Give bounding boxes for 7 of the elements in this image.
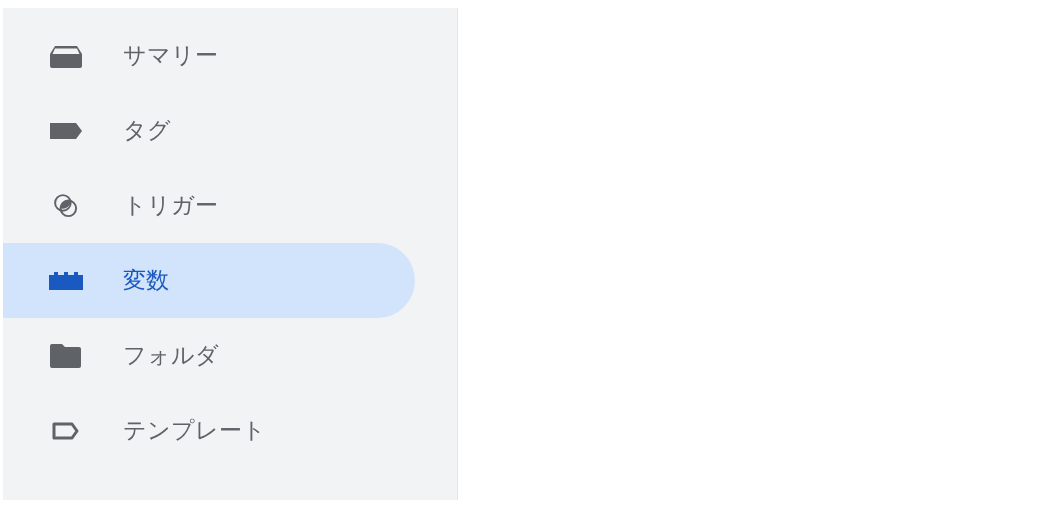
folder-icon	[48, 341, 84, 370]
sidebar-item[interactable]: トリガー	[3, 168, 415, 243]
sidebar-item[interactable]: タグ	[3, 93, 415, 168]
sidebar-item[interactable]: フォルダ	[3, 318, 415, 393]
sidebar-item[interactable]: 変数	[3, 243, 415, 318]
sidebar-item[interactable]: サマリー	[3, 18, 415, 93]
sidebar-item[interactable]: テンプレート	[3, 393, 415, 468]
